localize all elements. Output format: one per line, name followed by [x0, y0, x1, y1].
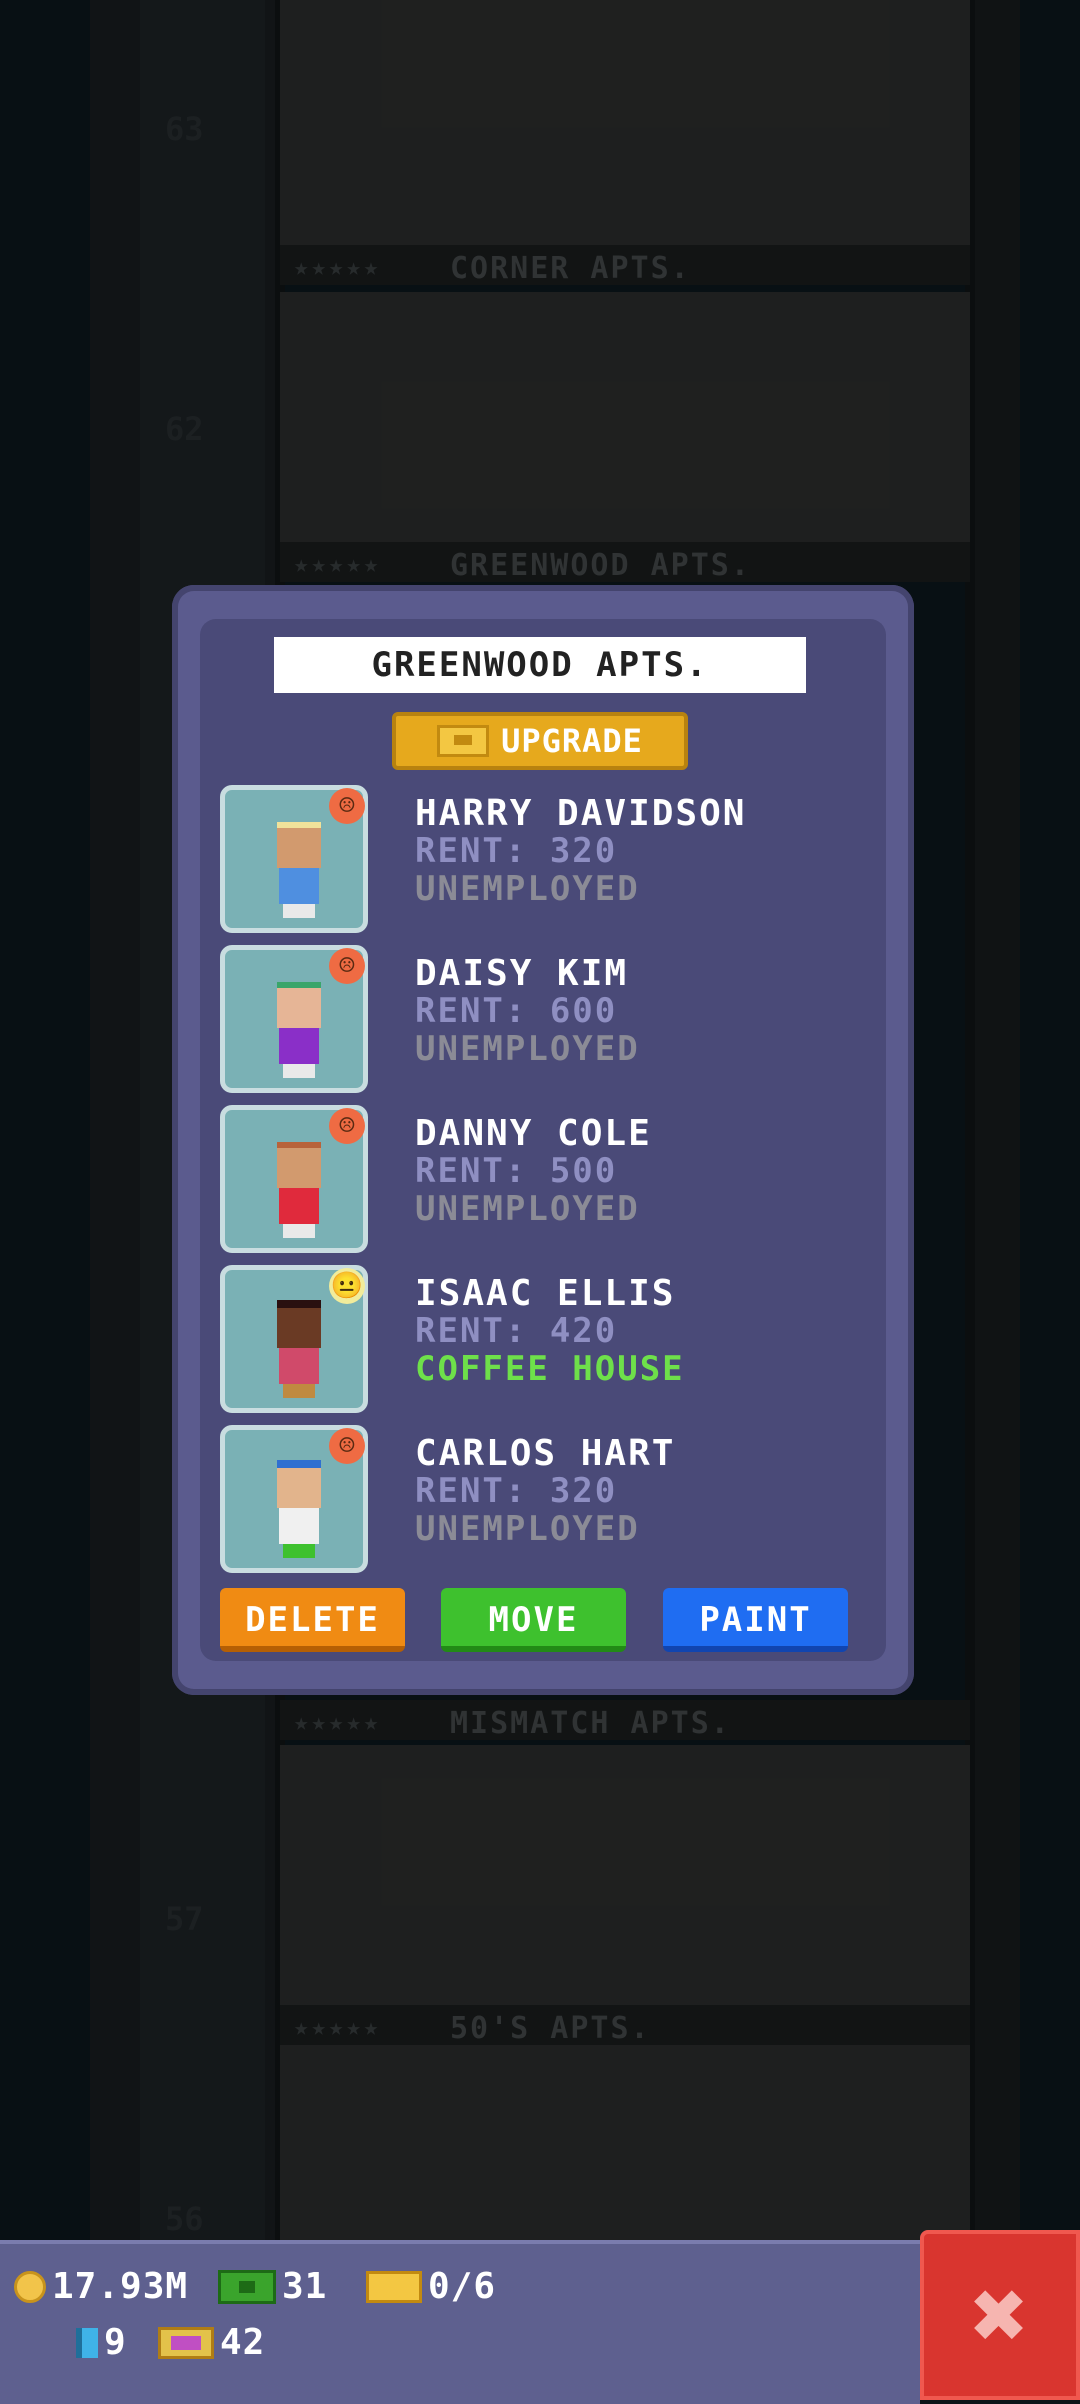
- resident-portrait[interactable]: ☹: [220, 1425, 368, 1573]
- resident-name: ISAAC ELLIS: [415, 1273, 676, 1314]
- resident-portrait[interactable]: ☹: [220, 1105, 368, 1253]
- golden-tickets-counter[interactable]: 0/6: [366, 2266, 496, 2307]
- tools-counter[interactable]: 9: [76, 2322, 127, 2363]
- resident-name: HARRY DAVIDSON: [415, 793, 747, 834]
- tool-icon: [76, 2327, 98, 2358]
- resident-row[interactable]: 😐 ISAAC ELLIS RENT: 420 COFFEE HOUSE: [220, 1265, 840, 1415]
- bitizen-avatar: [273, 820, 325, 920]
- resident-rent: RENT: 500: [415, 1151, 618, 1191]
- resident-rent: RENT: 320: [415, 831, 618, 871]
- resident-row[interactable]: ☹ DAISY KIM RENT: 600 UNEMPLOYED: [220, 945, 840, 1095]
- resident-job: UNEMPLOYED: [415, 1029, 640, 1069]
- resident-job: UNEMPLOYED: [415, 869, 640, 909]
- resident-job: UNEMPLOYED: [415, 1509, 640, 1549]
- resident-rent: RENT: 420: [415, 1311, 618, 1351]
- upgrade-button[interactable]: UPGRADE: [392, 712, 688, 770]
- bitizen-avatar: [273, 980, 325, 1080]
- close-button[interactable]: ✖: [920, 2230, 1080, 2400]
- vip-ticket-icon: [158, 2326, 214, 2359]
- delete-button[interactable]: DELETE: [220, 1588, 405, 1652]
- close-icon: ✖: [971, 2259, 1029, 2371]
- resident-row[interactable]: ☹ DANNY COLE RENT: 500 UNEMPLOYED: [220, 1105, 840, 1255]
- golden-ticket-icon: [366, 2270, 422, 2303]
- bitizen-avatar: [273, 1300, 325, 1400]
- resident-name: CARLOS HART: [415, 1433, 676, 1474]
- tickets-value: 0/6: [428, 2266, 497, 2307]
- bitizen-avatar: [273, 1140, 325, 1240]
- resident-portrait[interactable]: ☹: [220, 945, 368, 1093]
- resident-job: UNEMPLOYED: [415, 1189, 640, 1229]
- sad-face-icon: ☹: [329, 1428, 365, 1464]
- resident-name: DANNY COLE: [415, 1113, 652, 1154]
- bux-counter[interactable]: 31: [218, 2266, 327, 2307]
- coins-value: 17.93M: [52, 2266, 189, 2307]
- golden-ticket-icon: [437, 725, 490, 757]
- resident-rent: RENT: 600: [415, 991, 618, 1031]
- resident-portrait[interactable]: ☹: [220, 785, 368, 933]
- bitizen-avatar: [273, 1460, 325, 1560]
- sad-face-icon: ☹: [329, 788, 365, 824]
- neutral-face-icon: 😐: [329, 1268, 365, 1304]
- coin-icon: [14, 2270, 46, 2303]
- vip-value: 42: [220, 2322, 266, 2363]
- paint-button[interactable]: PAINT: [663, 1588, 848, 1652]
- resource-bar: 17.93M 31 0/6 9 42: [0, 2240, 920, 2404]
- sad-face-icon: ☹: [329, 1108, 365, 1144]
- resident-name: DAISY KIM: [415, 953, 629, 994]
- resident-row[interactable]: ☹ CARLOS HART RENT: 320 UNEMPLOYED: [220, 1425, 840, 1575]
- tools-value: 9: [104, 2322, 127, 2363]
- resident-row[interactable]: ☹ HARRY DAVIDSON RENT: 320 UNEMPLOYED: [220, 785, 840, 935]
- coins-counter[interactable]: 17.93M: [14, 2266, 188, 2307]
- bux-value: 31: [282, 2266, 328, 2307]
- sad-face-icon: ☹: [329, 948, 365, 984]
- move-button[interactable]: MOVE: [441, 1588, 626, 1652]
- dialog-title: GREENWOOD APTS.: [274, 637, 806, 693]
- upgrade-label: UPGRADE: [501, 722, 643, 760]
- resident-portrait[interactable]: 😐: [220, 1265, 368, 1413]
- bux-icon: [218, 2269, 276, 2304]
- resident-rent: RENT: 320: [415, 1471, 618, 1511]
- resident-job: COFFEE HOUSE: [415, 1349, 685, 1389]
- vip-counter[interactable]: 42: [158, 2322, 265, 2363]
